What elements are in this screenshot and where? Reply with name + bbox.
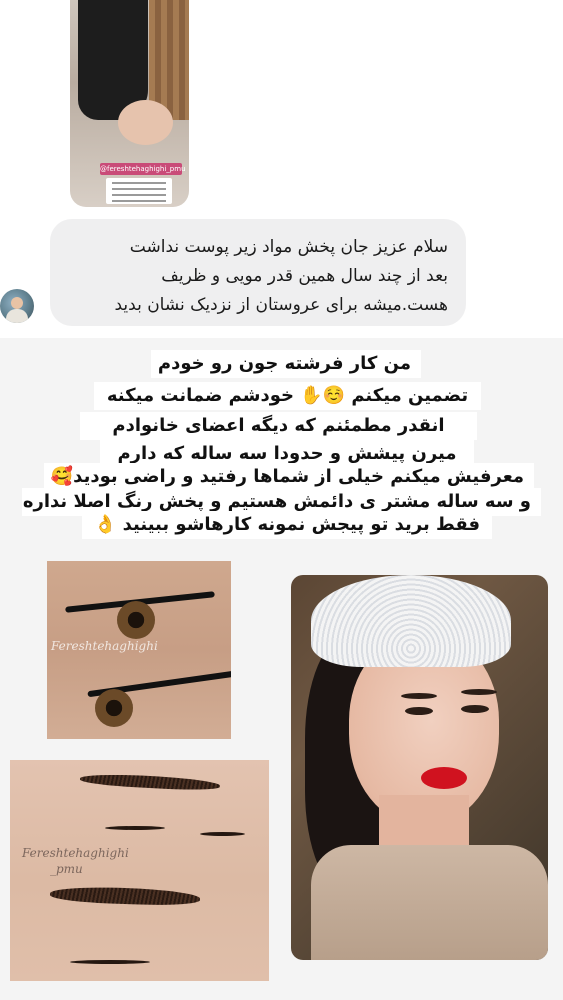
sender-avatar[interactable] (0, 289, 34, 323)
lash-line (200, 832, 245, 836)
watermark-text: Fereshtehaghighi (51, 639, 158, 653)
iris (117, 601, 155, 639)
client-face (118, 100, 173, 145)
story-reply-thumbnail[interactable]: @fereshtehaghighi_pmu (70, 0, 189, 207)
message-line: هست.میشه برای عروستان از نزدیک نشان بدید (114, 295, 448, 315)
caption-line: معرفیش میکنم خیلی از شماها رفتید و راضی … (44, 463, 534, 491)
story-handle-tag: @fereshtehaghighi_pmu (100, 163, 186, 175)
iris (95, 689, 133, 727)
brow-stroke (49, 885, 201, 907)
caption-line: من کار فرشته جون رو خودم (151, 350, 421, 378)
eye (405, 707, 433, 715)
caption-line: تضمین میکنم ☺️✋ خودشم ضمانت میکنه (94, 382, 481, 410)
caption-line: فقط برید تو پیجش نمونه کارهاشو ببینید 👌 (82, 511, 492, 539)
hair-cap (311, 575, 511, 667)
brows-sample-photo[interactable]: Fereshtehaghighi _pmu (10, 760, 269, 981)
message-line: بعد از چند سال همین قدر مویی و ظریف (161, 266, 448, 286)
caption-line: انقدر مطمئنم که دیگه اعضای خانوادم (80, 412, 477, 440)
message-line: سلام عزیز جان پخش مواد زیر پوست نداشت (129, 237, 448, 257)
brow-stroke (79, 772, 221, 792)
incoming-message-bubble[interactable]: سلام عزیز جان پخش مواد زیر پوست نداشت بع… (50, 219, 466, 326)
watermark-text: _pmu (50, 862, 83, 876)
eyeliner-sample-photo[interactable]: Fereshtehaghighi (47, 561, 231, 739)
story-note-card (106, 178, 172, 204)
lips (421, 767, 467, 789)
lash-line (70, 960, 150, 964)
clothing (311, 845, 548, 960)
brow (461, 689, 497, 695)
lash-line (105, 826, 165, 830)
watermark-text: Fereshtehaghighi (22, 846, 129, 860)
brow (401, 693, 437, 699)
client-portrait-photo[interactable] (291, 575, 548, 960)
eye (461, 705, 489, 713)
